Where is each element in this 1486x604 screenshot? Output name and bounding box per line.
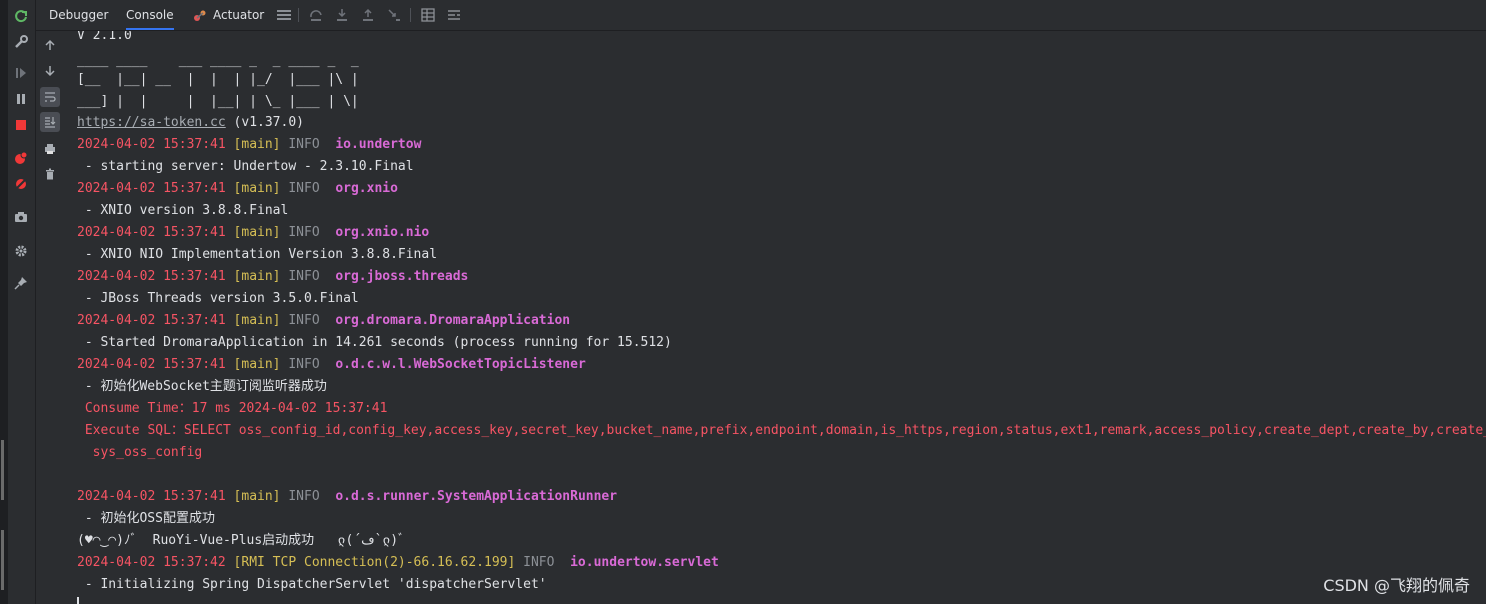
log-thread: [main] <box>233 181 281 196</box>
log-level: INFO <box>288 357 328 372</box>
log-line: 2024-04-02 15:37:41 [main] INFO org.xnio… <box>77 222 429 244</box>
down-arrow-icon[interactable] <box>40 61 60 81</box>
url-line: https://sa-token.cc (v1.37.0) <box>77 112 304 134</box>
edge-label-mark <box>1 440 4 500</box>
run-to-cursor-icon[interactable] <box>386 7 402 23</box>
log-logger: io.undertow.servlet <box>570 555 719 570</box>
log-thread: [main] <box>233 313 281 328</box>
table-icon[interactable] <box>420 7 436 23</box>
left-edge-strip <box>0 0 8 604</box>
log-logger: o.d.s.runner.SystemApplicationRunner <box>335 489 618 504</box>
log-timestamp: 2024-04-02 15:37:41 <box>77 181 226 196</box>
sql-statement: Execute SQL：SELECT oss_config_id,config_… <box>84 423 1486 438</box>
debug-tool-window-header: Debugger Console Actuator <box>36 0 1486 31</box>
console-gutter <box>36 31 64 604</box>
log-message: - starting server: Undertow - 2.3.10.Fin… <box>77 159 414 174</box>
pin-icon[interactable] <box>11 273 31 293</box>
trash-icon[interactable] <box>40 164 60 184</box>
log-message: - 初始化OSS配置成功 <box>77 511 215 526</box>
log-message: - JBoss Threads version 3.5.0.Final <box>77 291 359 306</box>
log-level: INFO <box>288 269 328 284</box>
text-cursor <box>77 597 79 604</box>
log-timestamp: 2024-04-02 15:37:41 <box>77 489 226 504</box>
log-message: - XNIO NIO Implementation Version 3.8.8.… <box>77 247 438 262</box>
tab-actuator[interactable]: Actuator <box>213 0 264 30</box>
log-level: INFO <box>288 137 328 152</box>
step-out-icon[interactable] <box>360 7 376 23</box>
log-thread: [main] <box>233 489 281 504</box>
tab-console[interactable]: Console <box>126 0 174 30</box>
log-timestamp: 2024-04-02 15:37:41 <box>77 313 226 328</box>
log-line: 2024-04-02 15:37:41 [main] INFO org.xnio <box>77 178 398 200</box>
pause-icon[interactable] <box>11 89 31 109</box>
toolbar-divider <box>298 8 299 22</box>
breakpoints-icon[interactable] <box>11 148 31 168</box>
log-line: 2024-04-02 15:37:41 [main] INFO org.drom… <box>77 310 570 332</box>
mute-breakpoints-icon[interactable] <box>11 174 31 194</box>
version-line: V 2.1.0 <box>77 31 132 43</box>
scroll-to-end-icon[interactable] <box>40 112 60 132</box>
menu-icon[interactable] <box>276 7 292 23</box>
log-message: - XNIO version 3.8.8.Final <box>77 203 289 218</box>
step-over-icon[interactable] <box>308 7 324 23</box>
log-line: 2024-04-02 15:37:41 [main] INFO io.under… <box>77 134 421 156</box>
camera-icon[interactable] <box>11 207 31 227</box>
log-thread: [main] <box>233 137 281 152</box>
log-timestamp: 2024-04-02 15:37:41 <box>77 357 226 372</box>
print-icon[interactable] <box>40 139 60 159</box>
up-arrow-icon[interactable] <box>40 35 60 55</box>
log-timestamp: 2024-04-02 15:37:41 <box>77 137 226 152</box>
log-line: 2024-04-02 15:37:42 [RMI TCP Connection(… <box>77 552 719 574</box>
debug-toolstrip <box>8 0 36 604</box>
log-logger: org.xnio.nio <box>335 225 430 240</box>
log-level: INFO <box>288 181 328 196</box>
edge-label-mark <box>1 530 4 590</box>
log-line: 2024-04-02 15:37:41 [main] INFO o.d.s.ru… <box>77 486 617 508</box>
log-level: INFO <box>523 555 563 570</box>
log-logger: io.undertow <box>335 137 422 152</box>
toolbar-divider <box>410 8 411 22</box>
log-message: - 初始化WebSocket主题订阅监听器成功 <box>77 379 327 394</box>
log-line: 2024-04-02 15:37:41 [main] INFO o.d.c.w.… <box>77 354 586 376</box>
tab-debugger[interactable]: Debugger <box>49 0 108 30</box>
log-level: INFO <box>288 225 328 240</box>
log-message: - Initializing Spring DispatcherServlet … <box>77 577 547 592</box>
settings-icon[interactable] <box>11 241 31 261</box>
log-logger: org.dromara.DromaraApplication <box>335 313 571 328</box>
startup-success-message: (♥◠‿◠)ﾉﾞ RuoYi-Vue-Plus启动成功 ლ(´ڡ`ლ)ﾞ <box>77 533 405 548</box>
sql-table-name: sys_oss_config <box>77 445 203 460</box>
step-into-icon[interactable] <box>334 7 350 23</box>
console-output[interactable]: V 2.1.0 ____ ____ ___ ____ _ _ ____ _ _ … <box>64 31 1486 604</box>
soft-wrap-icon[interactable] <box>40 87 60 107</box>
banner-line: [__ |__| __ | | | |_/ |___ |\ | <box>77 72 359 87</box>
log-thread: [main] <box>233 269 281 284</box>
log-level: INFO <box>288 489 328 504</box>
log-logger: org.xnio <box>335 181 398 196</box>
wrench-icon[interactable] <box>11 32 31 52</box>
log-logger: org.jboss.threads <box>335 269 469 284</box>
log-thread: [RMI TCP Connection(2)-66.16.62.199] <box>233 555 516 570</box>
sa-token-link[interactable]: https://sa-token.cc <box>77 115 226 130</box>
resume-icon[interactable] <box>11 63 31 83</box>
version-suffix: (v1.37.0) <box>225 115 304 130</box>
stop-icon[interactable] <box>11 115 31 135</box>
threads-icon[interactable] <box>446 7 462 23</box>
log-logger: o.d.c.w.l.WebSocketTopicListener <box>335 357 586 372</box>
rerun-icon[interactable] <box>11 6 31 26</box>
log-level: INFO <box>288 313 328 328</box>
log-thread: [main] <box>233 225 281 240</box>
log-thread: [main] <box>233 357 281 372</box>
log-timestamp: 2024-04-02 15:37:42 <box>77 555 226 570</box>
actuator-icon <box>192 7 208 23</box>
banner-line: ___] | | | |__| | \_ |___ | \| <box>77 94 359 109</box>
log-timestamp: 2024-04-02 15:37:41 <box>77 225 226 240</box>
log-line: 2024-04-02 15:37:41 [main] INFO org.jbos… <box>77 266 468 288</box>
log-timestamp: 2024-04-02 15:37:41 <box>77 269 226 284</box>
log-message: - Started DromaraApplication in 14.261 s… <box>77 335 672 350</box>
csdn-watermark: CSDN @飞翔的佩奇 <box>1323 576 1470 595</box>
sql-consume-time: Consume Time：17 ms 2024-04-02 15:37:41 <box>77 401 388 416</box>
